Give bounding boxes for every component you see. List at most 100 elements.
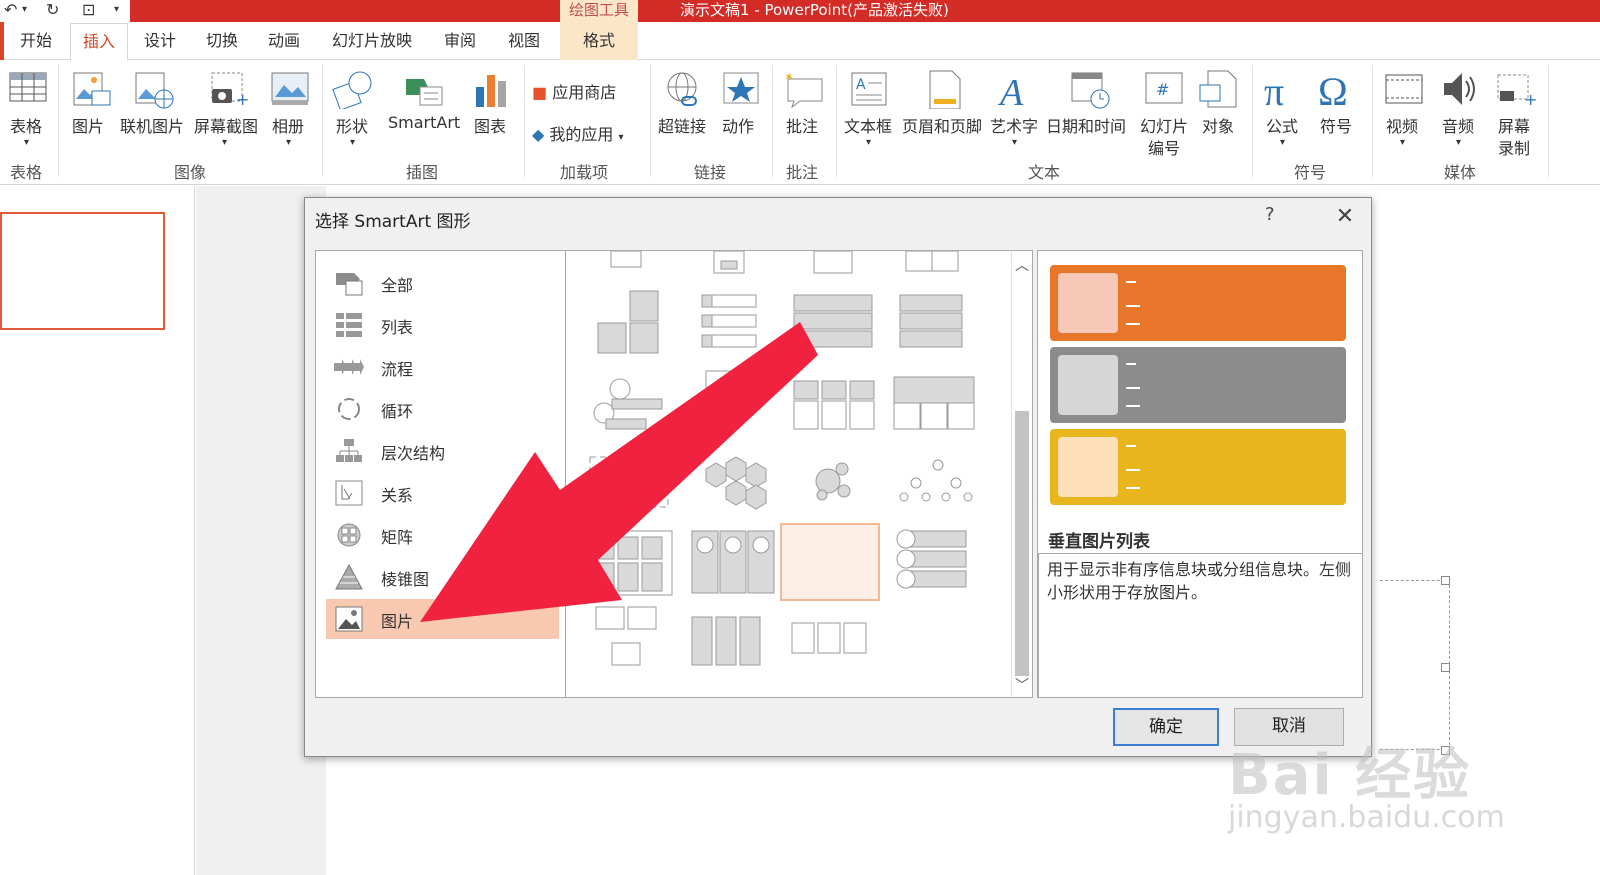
group-addins: 加载项 [560, 163, 609, 182]
preview-line [1126, 387, 1140, 389]
smartart-label: SmartArt [388, 113, 461, 132]
textbox-dropdown-icon: ▾ [866, 137, 872, 148]
comment-label: 批注 [786, 117, 819, 136]
category-relationship[interactable]: 关系 [326, 473, 559, 513]
group-tables: 表格 [10, 163, 43, 182]
group-comments: 批注 [786, 163, 819, 182]
datetime-label: 日期和时间 [1046, 117, 1127, 136]
group-separator [524, 65, 525, 177]
slide-number-icon: # [1145, 72, 1183, 104]
dialog-title: 选择 SmartArt 图形 [315, 212, 471, 232]
group-symbols: 符号 [1294, 163, 1327, 182]
preview-line [1126, 305, 1140, 307]
group-separator [1252, 65, 1253, 177]
my-apps-button[interactable]: ◆ 我的应用 ▾ [532, 121, 624, 145]
scrollbar-thumb[interactable] [1015, 411, 1029, 676]
header-footer-label: 页眉和页脚 [902, 117, 983, 136]
tab-format[interactable]: 格式 [560, 22, 638, 60]
screenshot-dropdown-icon: ▾ [222, 137, 228, 148]
equation-label: 公式 [1266, 117, 1299, 136]
tab-animations[interactable]: 动画 [256, 22, 312, 60]
album-icon [271, 72, 309, 105]
category-label: 循环 [381, 402, 414, 421]
store-button[interactable]: ■ 应用商店 [532, 79, 616, 103]
screenshot-icon: + [211, 72, 249, 109]
my-apps-dropdown-icon: ▾ [618, 132, 624, 143]
category-label: 流程 [381, 360, 414, 379]
selection-box [1380, 580, 1450, 750]
gallery-scrollbar[interactable]: ︿ ﹀ [1011, 250, 1033, 698]
preview-line [1126, 405, 1140, 407]
category-list: 全部 列表 流程 循环 层次结构 关系 矩阵 棱锥图 图片 [315, 250, 566, 698]
category-pyramid[interactable]: 棱锥图 [326, 557, 559, 597]
help-icon[interactable]: ? [1265, 204, 1275, 225]
preview-line [1126, 469, 1140, 471]
hierarchy-icon [336, 439, 362, 462]
resize-handle[interactable] [1441, 663, 1450, 672]
undo-dropdown-icon[interactable]: ▾ [22, 0, 27, 20]
category-label: 层次结构 [381, 444, 446, 463]
tab-home[interactable]: 开始 [8, 22, 64, 60]
video-label: 视频 [1386, 117, 1419, 136]
start-from-beginning-icon[interactable]: ⊡ [82, 0, 95, 20]
quick-access-toolbar: ↶ ▾ ↻ ⊡ ▾ [0, 0, 130, 22]
group-separator [772, 65, 773, 177]
close-icon[interactable]: ✕ [1327, 200, 1363, 234]
resize-handle[interactable] [1441, 576, 1450, 585]
category-process[interactable]: 流程 [326, 347, 559, 387]
category-matrix[interactable]: 矩阵 [326, 515, 559, 555]
symbol-label: 符号 [1320, 117, 1353, 136]
picture-icon [73, 72, 111, 106]
category-all-icon [336, 273, 363, 296]
tab-insert[interactable]: 插入 [70, 23, 129, 61]
group-images: 图像 [174, 163, 207, 182]
tab-review[interactable]: 审阅 [432, 22, 488, 60]
drawing-tools-label: 绘图工具 [560, 0, 638, 22]
tab-view[interactable]: 视图 [496, 22, 552, 60]
ok-button[interactable]: 确定 [1113, 708, 1219, 746]
picture-label: 图片 [72, 117, 105, 136]
group-links: 链接 [694, 163, 727, 182]
group-separator [836, 65, 837, 177]
wordart-icon: A [997, 72, 1024, 109]
pyramid-icon [335, 563, 363, 590]
header-footer-icon [929, 70, 961, 109]
video-dropdown-icon: ▾ [1400, 137, 1406, 148]
preview-line [1126, 445, 1136, 447]
svg-text:+: + [1524, 90, 1537, 109]
category-label: 列表 [381, 318, 414, 337]
group-separator [1372, 65, 1373, 177]
screen-recording-icon: + [1497, 74, 1537, 109]
group-separator [1548, 65, 1549, 177]
redo-icon[interactable]: ↻ [46, 0, 59, 20]
tab-transitions[interactable]: 切换 [194, 22, 250, 60]
scroll-up-icon[interactable]: ︿ [1012, 255, 1032, 275]
category-all[interactable]: 全部 [326, 263, 559, 303]
ribbon-insert: 表格 ▾ 表格 图片 联机图片 + 屏幕截图 ▾ 相册 ▾ 图像 形状 ▾ Sm… [0, 61, 1600, 185]
category-cycle[interactable]: 循环 [326, 389, 559, 429]
slide-number-label-2: 编号 [1148, 139, 1181, 158]
speaker-icon [1444, 73, 1475, 105]
relationship-icon [335, 480, 363, 506]
table-dropdown-icon: ▾ [24, 137, 30, 148]
scroll-down-icon[interactable]: ﹀ [1012, 675, 1032, 695]
category-list-item[interactable]: 列表 [326, 305, 559, 345]
tab-design[interactable]: 设计 [132, 22, 188, 60]
svg-text:Ω: Ω [1318, 69, 1348, 109]
category-picture[interactable]: 图片 [326, 599, 559, 639]
tab-slideshow[interactable]: 幻灯片放映 [320, 22, 424, 60]
list-icon [336, 313, 362, 337]
group-media: 媒体 [1444, 163, 1477, 182]
customize-qat-icon[interactable]: ▾ [114, 0, 119, 20]
omega-icon: Ω [1318, 69, 1348, 109]
svg-text:π: π [1264, 69, 1284, 109]
ribbon-tab-row: 开始 插入 设计 切换 动画 幻灯片放映 审阅 视图 格式 [0, 22, 1600, 61]
layout-vertical-picture-list[interactable] [780, 523, 880, 601]
watermark-logo: Bai 经验 [1228, 743, 1472, 808]
undo-icon[interactable]: ↶ [4, 0, 17, 20]
album-label: 相册 [272, 117, 305, 136]
table-label: 表格 [10, 117, 43, 136]
chart-icon [476, 75, 506, 107]
category-hierarchy[interactable]: 层次结构 [326, 431, 559, 471]
slide-thumbnail[interactable] [0, 212, 165, 330]
